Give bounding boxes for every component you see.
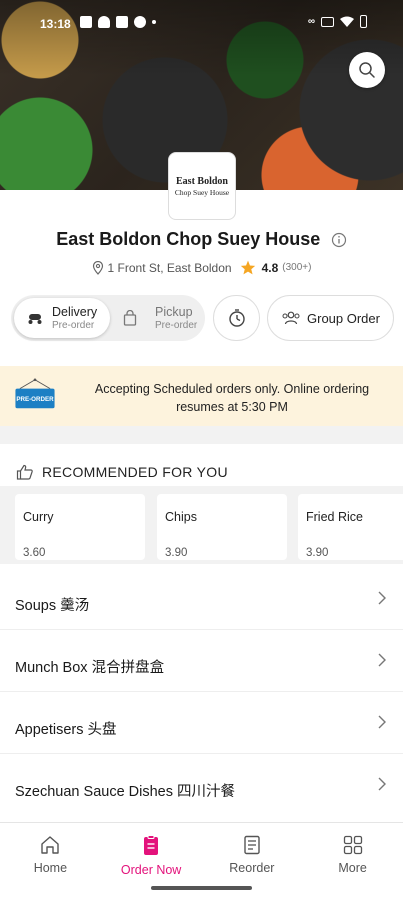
link-icon: ∞ [307,16,315,27]
recommended-item-price: 3.90 [165,547,188,559]
notification-icon [116,16,128,28]
logo-line1: East Boldon [176,175,228,187]
play-icon [134,16,146,28]
menu-category-label: Munch Box 混合拼盘盒 [15,660,165,676]
menu-category-row[interactable]: Munch Box 混合拼盘盒 [0,630,403,692]
menu-category-label: Appetisers 头盘 [15,722,117,738]
nav-order-now-label: Order Now [120,863,182,877]
pickup-option[interactable]: Pickup Pre-order [121,298,205,338]
location-pin-icon [92,260,103,275]
status-bar: 13:18 ∞ [0,0,403,50]
group-icon [282,311,300,325]
gesture-bar[interactable] [151,886,252,890]
delivery-label: Delivery [52,304,98,319]
pickup-label: Pickup [155,304,193,319]
menu-category-label: Soups 羹汤 [15,598,90,614]
schedule-button[interactable] [213,295,260,341]
restaurant-address: 1 Front St, East Boldon [107,260,232,275]
scooter-icon [28,314,42,324]
pre-order-sign-text: PRE-ORDER [16,396,54,403]
wifi-icon [340,16,354,27]
menu-category-row[interactable]: Soups 羹汤 [0,568,403,630]
more-notifications-icon [152,20,156,24]
recommended-carousel: Curry 3.60 Chips 3.90 Fried Rice 3.90 [0,486,403,564]
rating-count: (300+) [282,262,312,273]
logo-line2: Chop Suey House [174,187,230,197]
preorder-banner: PRE-ORDER Accepting Scheduled orders onl… [0,366,403,426]
grid-icon [343,835,362,855]
recommended-heading-row: RECOMMENDED FOR YOU [16,463,228,481]
system-icons: ∞ [308,15,367,28]
nav-reorder-label: Reorder [229,861,275,875]
notification-icon [80,16,92,28]
menu-category-row[interactable]: Appetisers 头盘 [0,692,403,754]
pre-order-sign-icon: PRE-ORDER [15,378,55,409]
recommended-card[interactable]: Fried Rice 3.90 [298,494,403,560]
nav-home-label: Home [33,861,68,875]
cast-icon [321,16,334,27]
clock-icon [228,309,245,327]
recommended-item-name: Chips [165,510,197,524]
status-time: 13:18 [40,17,71,31]
nav-reorder[interactable]: Reorder [202,823,303,880]
chevron-right-icon [378,591,386,605]
restaurant-logo: East Boldon Chop Suey House [168,152,236,220]
pickup-sub-label: Pre-order [155,319,198,331]
restaurant-meta: 1 Front St, East Boldon 4.8 (300+) [0,260,403,275]
restaurant-name: East Boldon Chop Suey House [56,229,321,249]
recommended-card[interactable]: Curry 3.60 [15,494,145,560]
group-order-button[interactable]: Group Order [267,295,394,341]
recommended-item-name: Curry [23,510,54,524]
order-icon [144,835,159,855]
delivery-sub-label: Pre-order [52,319,95,331]
group-order-label: Group Order [307,310,380,326]
thumbs-up-icon [16,464,33,480]
recommended-item-name: Fried Rice [306,510,363,524]
star-icon [240,260,255,275]
banner-message: Accepting Scheduled orders only. Online … [94,382,370,414]
search-icon [359,62,375,78]
info-icon[interactable] [331,232,347,248]
restaurant-title-row: East Boldon Chop Suey House [0,229,403,250]
delivery-option[interactable]: Delivery Pre-order [14,298,110,338]
chevron-right-icon [378,715,386,729]
nav-order-now[interactable]: Order Now [101,823,202,880]
recommended-heading: RECOMMENDED FOR YOU [42,464,228,480]
recommended-item-price: 3.60 [23,547,46,559]
menu-category-row[interactable]: Szechuan Sauce Dishes 四川汁餐 [0,754,403,816]
battery-icon [360,15,367,28]
bag-icon [123,310,137,326]
recommended-item-price: 3.90 [306,547,329,559]
nav-more-label: More [338,861,367,875]
notification-icons [80,16,156,28]
menu-category-list: Soups 羹汤 Munch Box 混合拼盘盒 Appetisers 头盘 S… [0,568,403,816]
recommended-card[interactable]: Chips 3.90 [157,494,287,560]
section-divider [0,426,403,444]
home-icon [41,836,60,854]
search-button[interactable] [349,52,385,88]
chevron-right-icon [378,653,386,667]
bottom-nav: Home Order Now Reorder More [0,822,403,880]
chevron-right-icon [378,777,386,791]
rating-value: 4.8 [261,260,279,275]
receipt-icon [244,835,260,855]
order-type-toggle: Delivery Pre-order Pickup Pre-order [11,295,205,341]
menu-category-label: Szechuan Sauce Dishes 四川汁餐 [15,784,236,800]
notification-icon [98,16,110,28]
nav-home[interactable]: Home [0,823,101,880]
nav-more[interactable]: More [302,823,403,880]
